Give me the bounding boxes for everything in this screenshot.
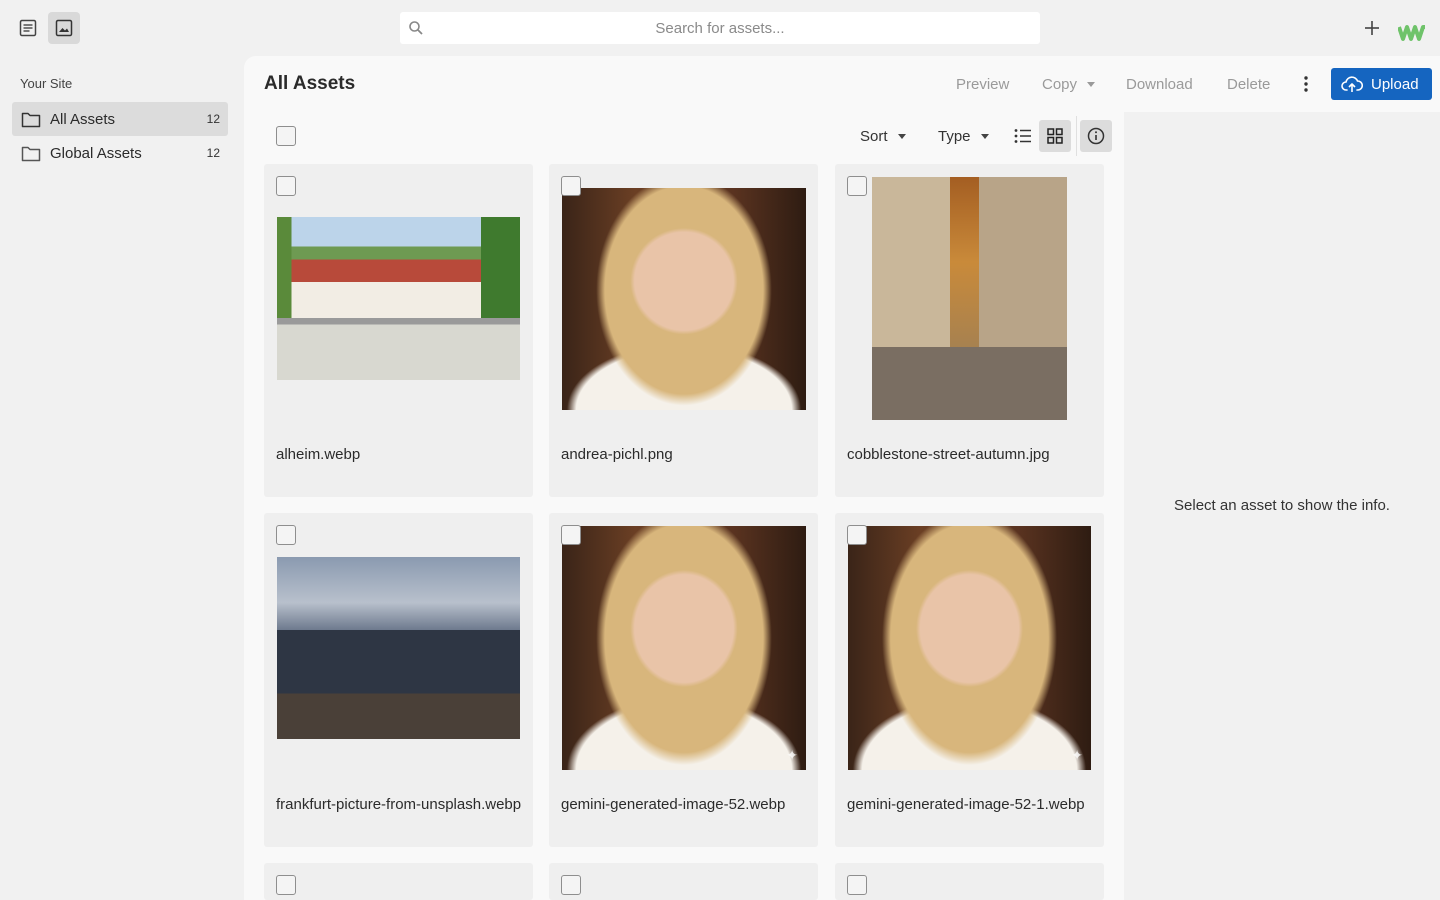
sidebar-item-label: Global Assets	[50, 144, 142, 162]
asset-filename: gemini-generated-image-52-1.webp	[847, 796, 1085, 813]
type-dropdown[interactable]: Type	[938, 128, 989, 145]
info-icon	[1087, 127, 1105, 145]
list-icon	[1014, 129, 1031, 143]
type-label: Type	[938, 128, 971, 145]
asset-checkbox[interactable]	[276, 525, 296, 545]
asset-filename: frankfurt-picture-from-unsplash.webp	[276, 796, 522, 813]
search-bar[interactable]	[400, 12, 1040, 44]
asset-card[interactable]: alheim.webp	[264, 164, 533, 497]
pages-button[interactable]	[12, 12, 44, 44]
asset-card[interactable]	[835, 863, 1104, 900]
sort-label: Sort	[860, 128, 888, 145]
ai-sparkle-icon: ✦	[1071, 747, 1083, 763]
asset-card[interactable]: ✦ gemini-generated-image-52.webp	[549, 513, 818, 847]
sidebar-item-count: 12	[206, 146, 220, 160]
asset-card[interactable]: andrea-pichl.png	[549, 164, 818, 497]
info-toggle-button[interactable]	[1080, 120, 1112, 152]
asset-card[interactable]: frankfurt-picture-from-unsplash.webp	[264, 513, 533, 847]
asset-checkbox[interactable]	[276, 176, 296, 196]
site-label: Your Site	[20, 76, 73, 91]
asset-thumbnail	[277, 217, 520, 380]
info-panel: Select an asset to show the info.	[1124, 112, 1440, 900]
asset-thumbnail: ✦	[562, 526, 806, 770]
grid-icon	[1047, 128, 1063, 144]
caret-down-icon	[897, 134, 906, 139]
asset-checkbox[interactable]	[561, 875, 581, 895]
image-icon	[55, 19, 73, 37]
caret-down-icon	[980, 134, 989, 139]
add-button[interactable]	[1360, 16, 1384, 40]
sort-dropdown[interactable]: Sort	[860, 128, 906, 145]
asset-thumbnail	[277, 557, 520, 739]
asset-thumbnail: ✦	[848, 526, 1091, 770]
assets-button[interactable]	[48, 12, 80, 44]
copy-button[interactable]: Copy	[1042, 76, 1096, 93]
asset-thumbnail	[562, 188, 806, 410]
upload-button[interactable]: Upload	[1331, 68, 1432, 100]
asset-checkbox[interactable]	[847, 176, 867, 196]
asset-checkbox[interactable]	[847, 875, 867, 895]
asset-card[interactable]: ✦ gemini-generated-image-52-1.webp	[835, 513, 1104, 847]
kebab-icon	[1304, 76, 1308, 92]
sidebar-item-label: All Assets	[50, 110, 116, 128]
info-empty-message: Select an asset to show the info.	[1174, 497, 1390, 514]
search-icon	[409, 21, 423, 35]
asset-filename: cobblestone-street-autumn.jpg	[847, 446, 1050, 463]
search-input[interactable]	[400, 12, 1040, 44]
select-all-checkbox[interactable]	[276, 126, 296, 146]
asset-filename: gemini-generated-image-52.webp	[561, 796, 786, 813]
asset-card[interactable]	[264, 863, 533, 900]
download-button[interactable]: Download	[1126, 76, 1193, 93]
asset-checkbox[interactable]	[847, 525, 867, 545]
toolbar-divider	[1076, 116, 1077, 156]
cloud-upload-icon	[1341, 76, 1363, 92]
asset-checkbox[interactable]	[561, 176, 581, 196]
page-title: All Assets	[264, 73, 356, 94]
more-options-button[interactable]	[1296, 74, 1316, 94]
sidebar-item-count: 12	[206, 112, 220, 126]
sidebar-item-all-assets[interactable]: All Assets 12	[12, 102, 228, 136]
chevron-down-icon	[1087, 82, 1096, 87]
ai-sparkle-icon: ✦	[786, 747, 798, 763]
preview-button[interactable]: Preview	[956, 76, 1009, 93]
sidebar-item-global-assets[interactable]: Global Assets 12	[12, 136, 228, 170]
asset-card[interactable]: cobblestone-street-autumn.jpg	[835, 164, 1104, 497]
asset-thumbnail	[872, 177, 1067, 420]
asset-checkbox[interactable]	[561, 525, 581, 545]
asset-card[interactable]	[549, 863, 818, 900]
sidebar: Your Site All Assets 12 Global Assets 12	[0, 56, 244, 900]
asset-filename: andrea-pichl.png	[561, 446, 673, 463]
document-icon	[19, 19, 37, 37]
brand-logo[interactable]	[1398, 24, 1426, 42]
folder-icon	[21, 146, 41, 161]
asset-checkbox[interactable]	[276, 875, 296, 895]
folder-icon	[21, 112, 41, 127]
list-view-button[interactable]	[1007, 120, 1039, 152]
grid-view-button[interactable]	[1039, 120, 1071, 152]
plus-icon	[1365, 21, 1379, 35]
delete-button[interactable]: Delete	[1227, 76, 1270, 93]
copy-label: Copy	[1042, 76, 1078, 93]
upload-label: Upload	[1371, 75, 1419, 93]
asset-filename: alheim.webp	[276, 446, 361, 463]
top-bar	[0, 0, 1440, 56]
main-panel: All Assets Preview Copy Download Delete …	[244, 56, 1440, 900]
